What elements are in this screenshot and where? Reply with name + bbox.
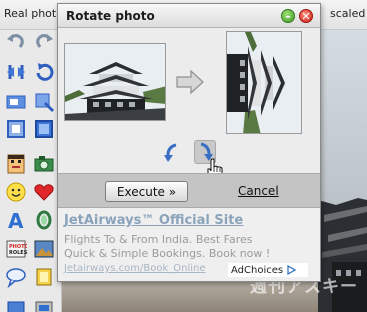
tool-palette: A PHOTO ROLES bbox=[0, 30, 62, 312]
action-bar: Execute » Cancel bbox=[58, 173, 320, 208]
adchoices-icon bbox=[287, 265, 297, 275]
adchoices-label: AdChoices bbox=[231, 264, 284, 276]
cancel-link[interactable]: Cancel bbox=[238, 184, 279, 198]
rotated-preview bbox=[226, 31, 302, 134]
photo-label: Real photo bbox=[4, 7, 63, 20]
crop-icon[interactable] bbox=[32, 91, 56, 113]
rotate-left-button[interactable] bbox=[161, 141, 183, 165]
border-icon[interactable] bbox=[32, 118, 56, 140]
rotate-photo-dialog: Rotate photo – ✕ Execute » Cancel JetAir… bbox=[57, 3, 321, 282]
heart-icon[interactable] bbox=[32, 181, 56, 203]
svg-text:A: A bbox=[8, 209, 24, 231]
paint-icon[interactable] bbox=[32, 266, 56, 288]
rotate-left-icon bbox=[164, 143, 177, 162]
layer-icon[interactable] bbox=[4, 298, 28, 312]
shadow-icon[interactable] bbox=[32, 298, 56, 312]
dialog-title: Rotate photo bbox=[66, 9, 155, 23]
sticker-icon[interactable]: PHOTO ROLES bbox=[4, 238, 28, 260]
ad-text-line2: Quick & Simple Bookings. Book now ! bbox=[64, 247, 271, 260]
frame-icon[interactable] bbox=[4, 118, 28, 140]
scaled-label: scaled bbox=[330, 7, 366, 20]
ad-url-link[interactable]: Jetairways.com/Book_Online bbox=[64, 263, 206, 274]
shape-icon[interactable] bbox=[32, 209, 56, 231]
dialog-titlebar[interactable]: Rotate photo – ✕ bbox=[58, 4, 320, 28]
execute-button[interactable]: Execute » bbox=[105, 181, 188, 202]
speech-bubble-icon[interactable] bbox=[4, 266, 28, 288]
arrow-right-icon bbox=[176, 69, 204, 95]
close-icon[interactable]: ✕ bbox=[299, 9, 313, 23]
original-preview bbox=[64, 43, 166, 121]
canvas-photo bbox=[318, 30, 367, 312]
resize-icon[interactable] bbox=[4, 91, 28, 113]
camera-icon[interactable] bbox=[32, 153, 56, 175]
face-icon[interactable] bbox=[4, 153, 28, 175]
flip-icon[interactable] bbox=[4, 61, 28, 83]
ad-title-link[interactable]: JetAirways™ Official Site bbox=[64, 213, 243, 228]
text-icon[interactable]: A bbox=[4, 209, 28, 231]
svg-text:ROLES: ROLES bbox=[9, 250, 27, 256]
rotate-icon[interactable] bbox=[32, 61, 56, 83]
adchoices-button[interactable]: AdChoices bbox=[228, 263, 308, 277]
undo-icon[interactable] bbox=[4, 30, 28, 52]
ad-text-line1: Flights To & From India. Best Fares bbox=[64, 233, 253, 246]
redo-icon[interactable] bbox=[32, 30, 56, 52]
ad-panel: JetAirways™ Official Site Flights To & F… bbox=[58, 208, 320, 281]
photo-icon[interactable] bbox=[32, 238, 56, 260]
smiley-icon[interactable] bbox=[4, 181, 28, 203]
minimize-icon[interactable]: – bbox=[281, 9, 295, 23]
